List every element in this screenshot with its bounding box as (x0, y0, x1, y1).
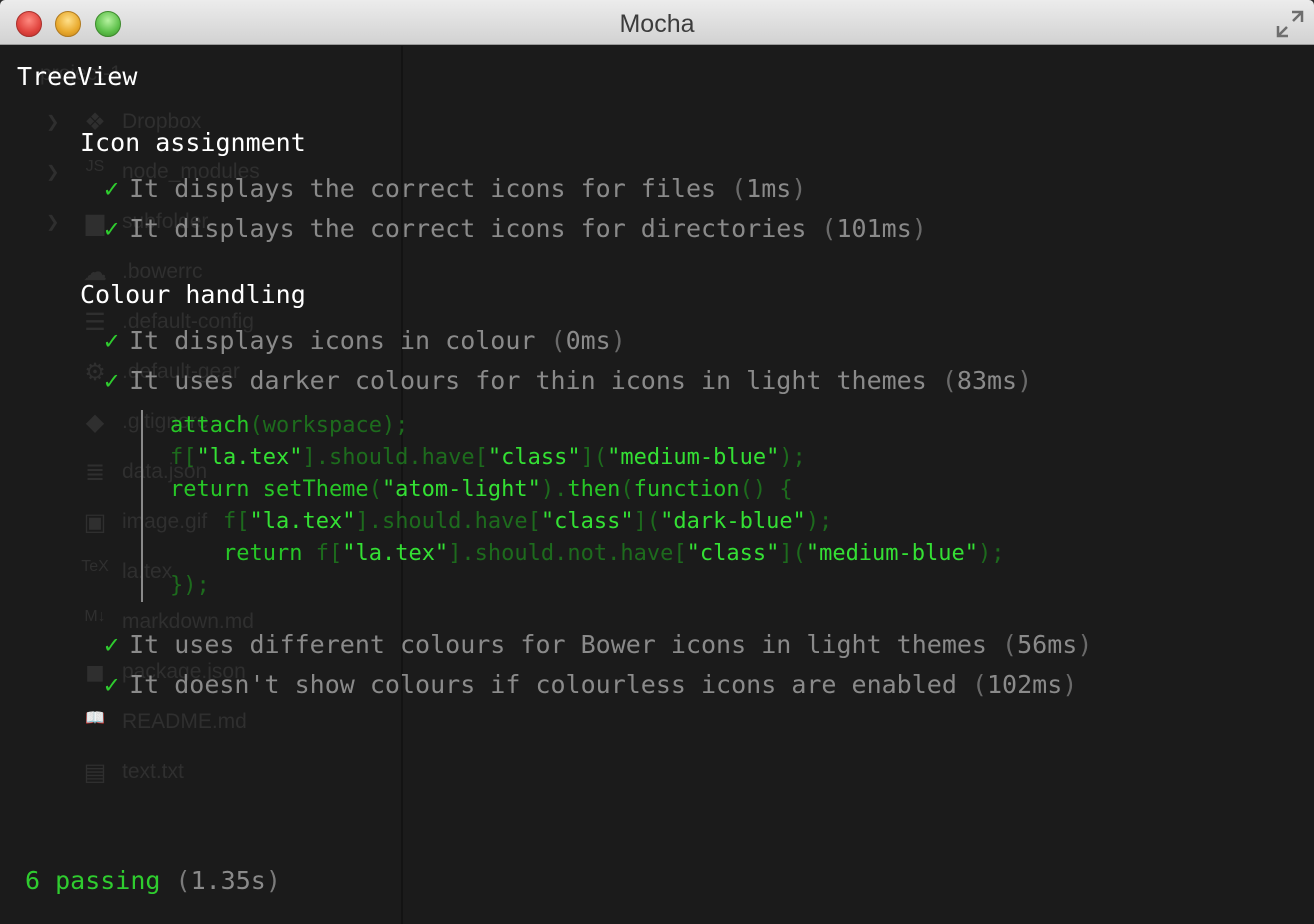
total-duration: (1.35s) (160, 866, 281, 895)
test-result: ✓ It doesn't show colours if colourless i… (104, 670, 1077, 699)
check-icon: ✓ (104, 214, 120, 243)
window-title: Mocha (619, 10, 695, 38)
passing-count: 6 passing (25, 866, 161, 895)
test-result: ✓ It uses different colours for Bower ico… (104, 630, 1092, 659)
check-icon: ✓ (104, 174, 120, 203)
test-duration: (101ms) (806, 214, 927, 243)
test-title: It displays the correct icons for direct… (129, 214, 807, 243)
test-duration: (0ms) (535, 326, 626, 355)
mocha-report: TreeView Icon assignment ✓ It displays the… (0, 46, 1314, 924)
test-duration: (56ms) (987, 630, 1093, 659)
test-summary: 6 passing (1.35s) (25, 866, 281, 895)
fullscreen-icon[interactable] (1276, 10, 1304, 38)
code-snippet: attach(workspace); f["la.tex"].should.hav… (141, 410, 1191, 602)
code-line: f["la.tex"].should.have["class"]("dark-b… (170, 509, 833, 534)
test-duration: (1ms) (716, 174, 807, 203)
test-result: ✓ It displays the correct icons for files… (104, 174, 806, 203)
code-line: attach(workspace); (170, 413, 409, 438)
code-line: return setTheme("atom-light").then(funct… (170, 477, 793, 502)
test-title: It doesn't show colours if colourless ic… (129, 670, 957, 699)
mocha-window: Mocha project-1 ❯ ❖ Dropbox ❯ JS node_modules… (0, 0, 1314, 924)
test-result: ✓ It uses darker colours for thin icons i… (104, 366, 1032, 395)
root-suite-title: TreeView (17, 62, 138, 91)
content-area: project-1 ❯ ❖ Dropbox ❯ JS node_modules ❯ ▆ subf… (0, 46, 1314, 924)
check-icon: ✓ (104, 630, 120, 659)
suite-title: Icon assignment (80, 128, 306, 157)
test-title: It displays icons in colour (129, 326, 536, 355)
test-title: It uses darker colours for thin icons in… (129, 366, 927, 395)
code-line: return f["la.tex"].should.not.have["clas… (222, 541, 1005, 566)
code-line: f["la.tex"].should.have["class"]("medium… (170, 445, 806, 470)
test-duration: (83ms) (926, 366, 1033, 395)
check-icon: ✓ (104, 326, 120, 355)
test-title: It uses different colours for Bower icon… (129, 630, 987, 659)
code-line: }); (170, 573, 210, 598)
check-icon: ✓ (104, 670, 120, 699)
title-bar[interactable]: Mocha (0, 0, 1314, 45)
test-duration: (102ms) (956, 670, 1078, 699)
test-result: ✓ It displays icons in colour (0ms) (104, 326, 626, 355)
check-icon: ✓ (104, 366, 120, 395)
test-result: ✓ It displays the correct icons for direc… (104, 214, 927, 243)
suite-title: Colour handling (80, 280, 306, 309)
test-title: It displays the correct icons for files (129, 174, 717, 203)
